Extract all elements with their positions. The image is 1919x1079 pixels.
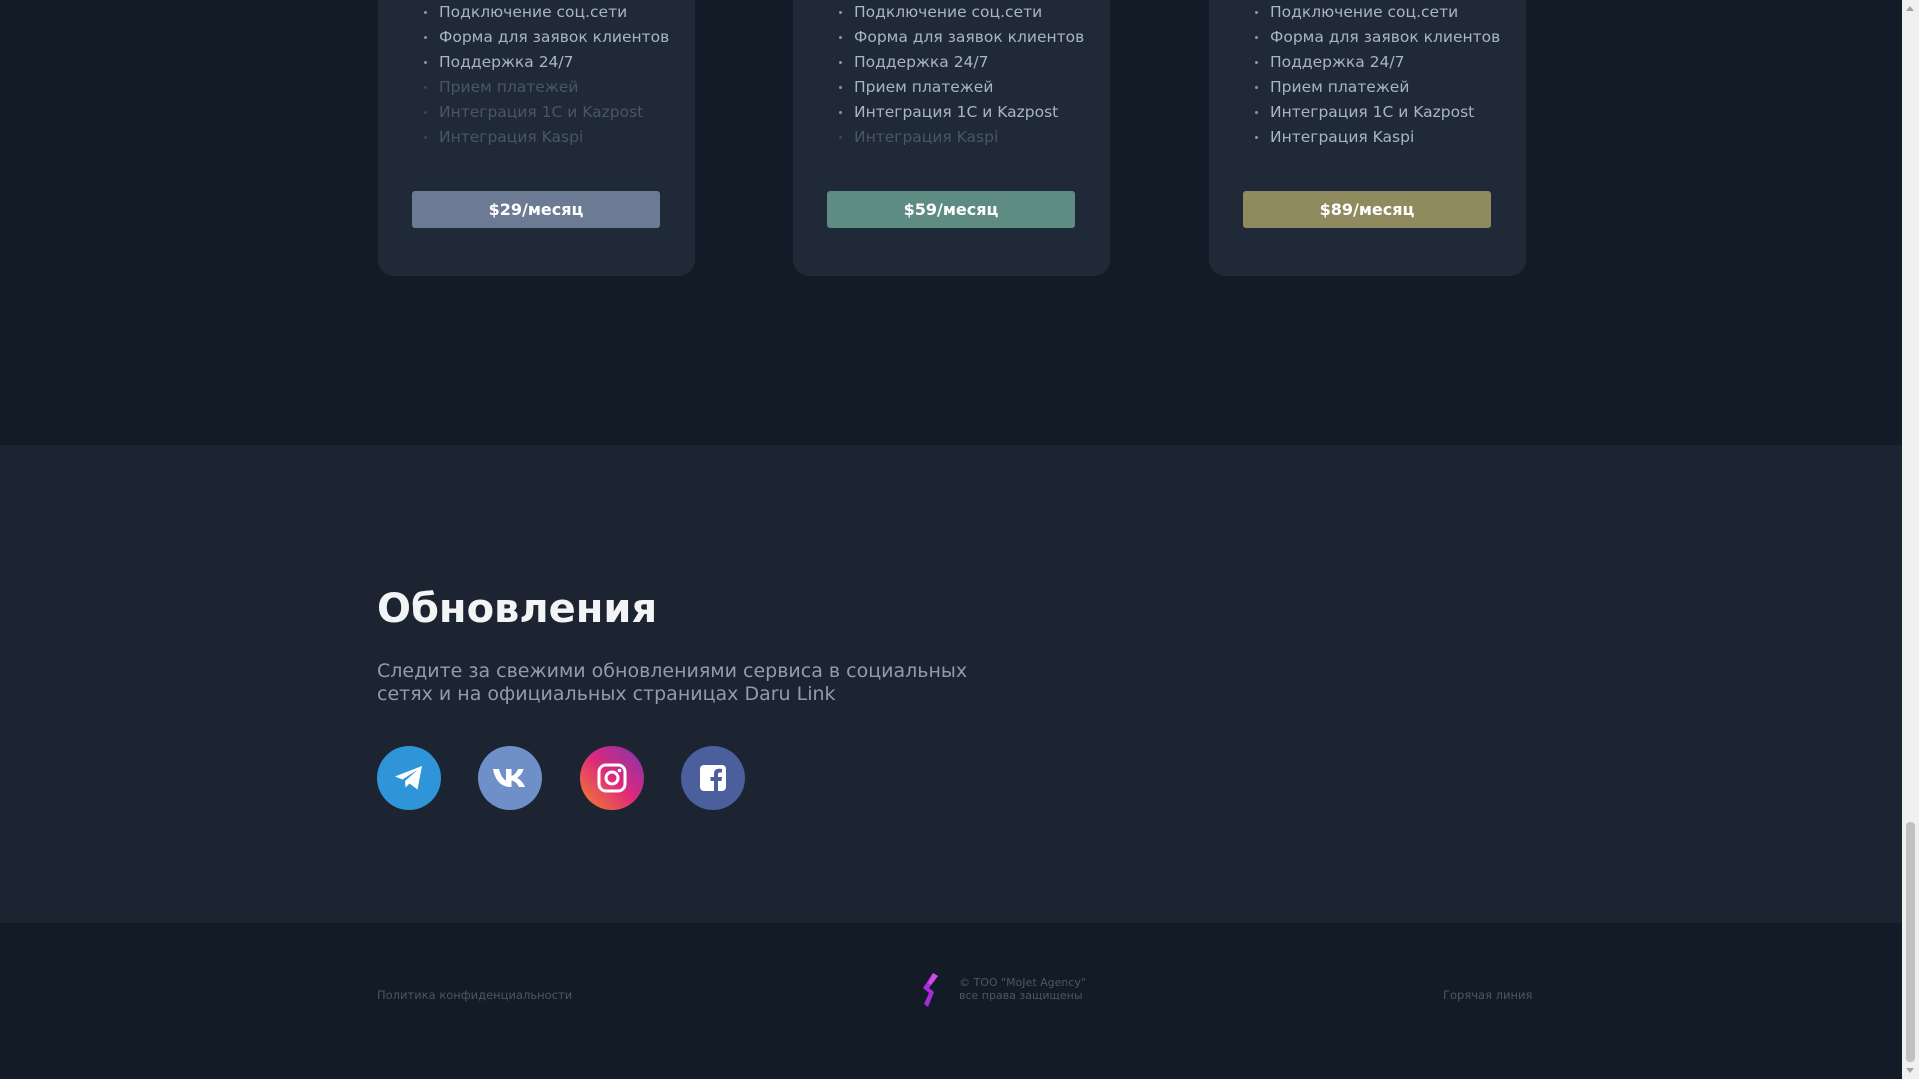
updates-description: Следите за свежими обновлениями сервиса … <box>377 660 968 705</box>
pricing-section: Подключение соц.сети Форма для заявок кл… <box>0 0 1902 445</box>
plan-card-premium: Подключение соц.сети Форма для заявок кл… <box>1209 0 1526 276</box>
site-footer: Политика конфиденциальности © ТОО "MoJet… <box>0 923 1902 1079</box>
plan-feature-disabled: Интеграция Kaspi <box>827 125 1084 150</box>
plan-feature: Интеграция Kaspi <box>1243 125 1500 150</box>
privacy-policy-link[interactable]: Политика конфиденциальности <box>377 988 572 1002</box>
plan-features-list: Подключение соц.сети Форма для заявок кл… <box>1243 0 1500 150</box>
plan-feature-disabled: Интеграция Kaspi <box>412 125 669 150</box>
plan-card-standard: Подключение соц.сети Форма для заявок кл… <box>793 0 1110 276</box>
mojet-logo-icon <box>923 973 938 1007</box>
copyright-line: все права защищены <box>959 989 1083 1002</box>
plan-features-list: Подключение соц.сети Форма для заявок кл… <box>412 0 669 150</box>
facebook-icon <box>700 765 726 792</box>
plan-feature: Поддержка 24/7 <box>827 50 1084 75</box>
vk-link[interactable] <box>478 746 542 810</box>
scroll-down-arrow[interactable] <box>1906 1068 1914 1073</box>
scroll-up-arrow[interactable] <box>1906 6 1914 11</box>
plan-feature: Прием платежей <box>1243 75 1500 100</box>
hotline-link[interactable]: Горячая линия <box>1443 988 1532 1002</box>
price-button-basic[interactable]: $29/месяц <box>412 191 660 228</box>
updates-section: Обновления Следите за свежими обновления… <box>0 445 1902 923</box>
telegram-icon <box>395 766 422 790</box>
plan-feature-disabled: Прием платежей <box>412 75 669 100</box>
plan-feature: Поддержка 24/7 <box>412 50 669 75</box>
plan-feature: Форма для заявок клиентов <box>412 25 669 50</box>
vk-icon <box>493 769 525 787</box>
instagram-link[interactable] <box>580 746 644 810</box>
plan-features-list: Подключение соц.сети Форма для заявок кл… <box>827 0 1084 150</box>
plan-feature: Интеграция 1С и Kazpost <box>827 100 1084 125</box>
plan-feature: Интеграция 1С и Kazpost <box>1243 100 1500 125</box>
facebook-link[interactable] <box>681 746 745 810</box>
plan-feature: Форма для заявок клиентов <box>1243 25 1500 50</box>
price-button-standard[interactable]: $59/месяц <box>827 191 1075 228</box>
copyright-line: © ТОО "MoJet Agency" <box>959 976 1086 989</box>
scrollbar-thumb[interactable] <box>1906 822 1915 1062</box>
plan-feature: Форма для заявок клиентов <box>827 25 1084 50</box>
copyright: © ТОО "MoJet Agency" все права защищены <box>959 976 1086 1002</box>
plan-card-basic: Подключение соц.сети Форма для заявок кл… <box>378 0 695 276</box>
updates-title: Обновления <box>377 586 658 632</box>
price-button-premium[interactable]: $89/месяц <box>1243 191 1491 228</box>
scrollbar[interactable] <box>1902 0 1919 1079</box>
plan-feature: Подключение соц.сети <box>1243 0 1500 25</box>
plan-feature: Подключение соц.сети <box>412 0 669 25</box>
plan-feature: Прием платежей <box>827 75 1084 100</box>
plan-feature-disabled: Интеграция 1С и Kazpost <box>412 100 669 125</box>
plan-feature: Поддержка 24/7 <box>1243 50 1500 75</box>
instagram-icon <box>597 763 627 793</box>
plan-feature: Подключение соц.сети <box>827 0 1084 25</box>
telegram-link[interactable] <box>377 746 441 810</box>
